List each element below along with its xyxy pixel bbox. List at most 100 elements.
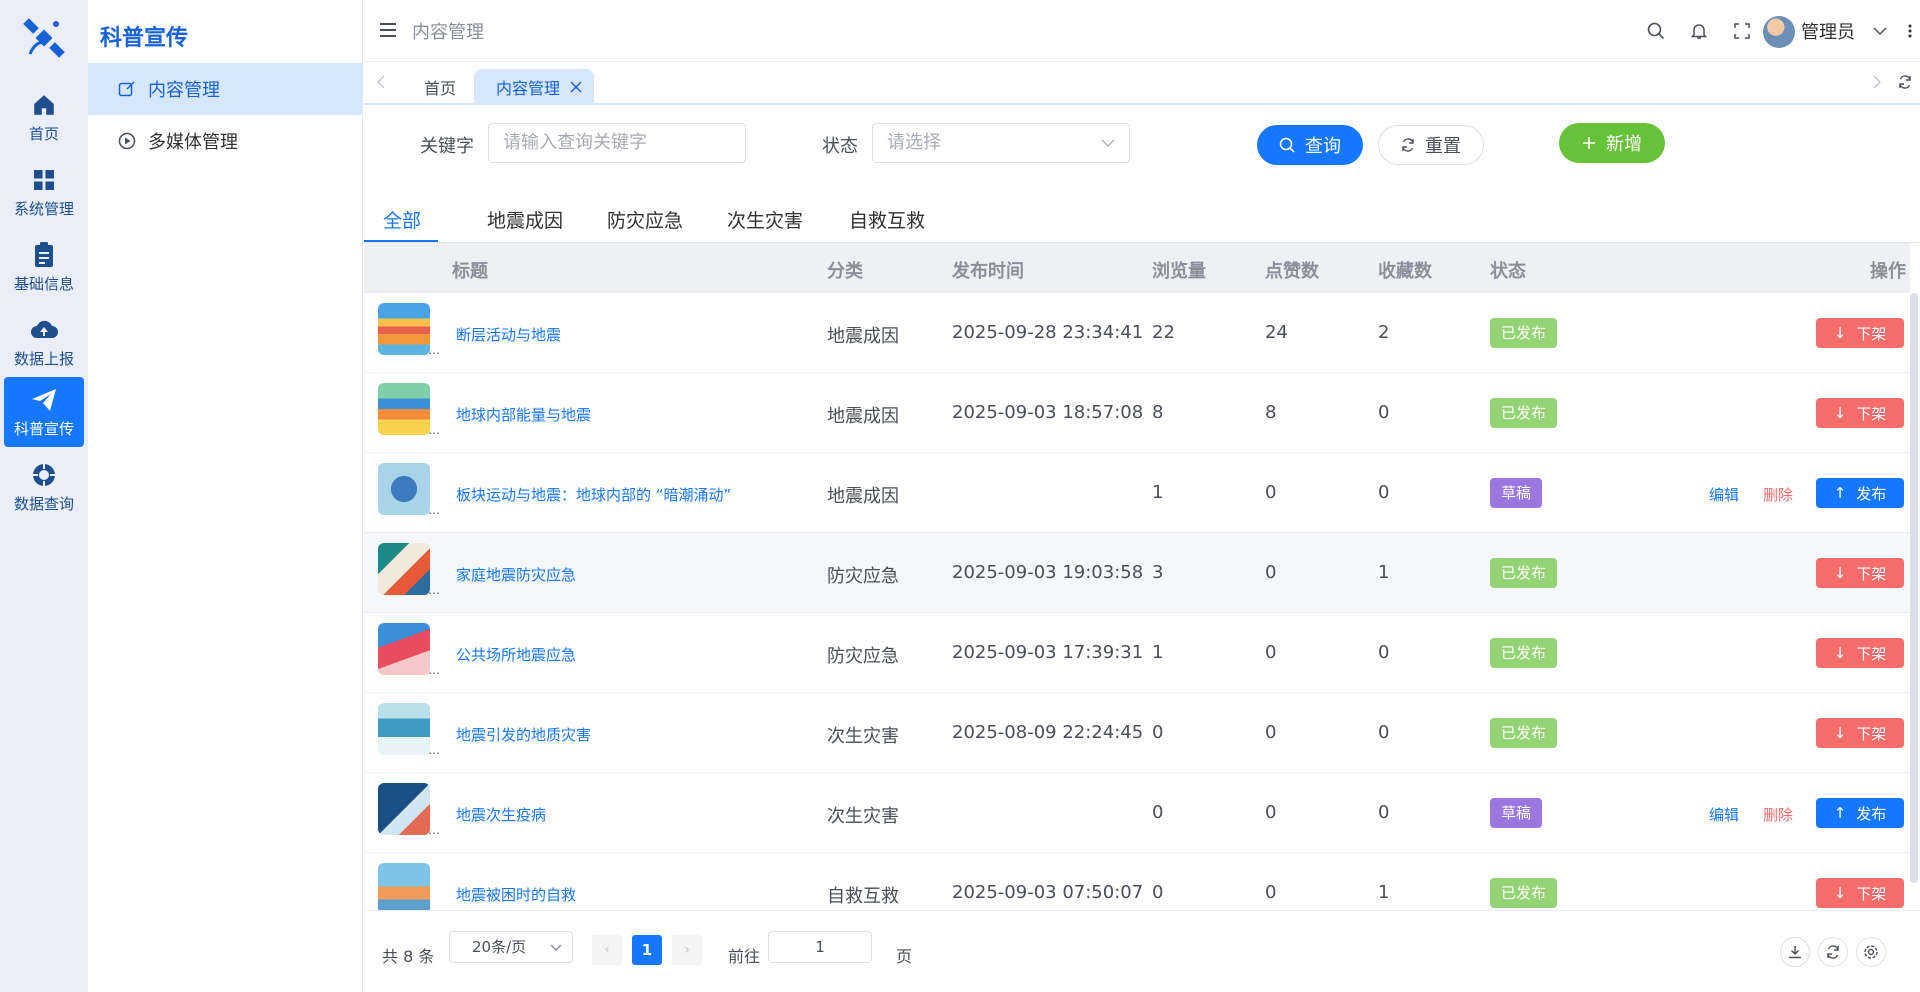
page-suffix: 页 bbox=[896, 947, 913, 966]
publish-time-cell: 2025-09-03 07:50:07 bbox=[952, 882, 1144, 903]
table-row[interactable]: 地震被困时的自救 自救互救 2025-09-03 07:50:07 0 0 1 … bbox=[364, 853, 1910, 910]
chevron-down-icon[interactable] bbox=[1869, 20, 1891, 42]
bell-icon[interactable] bbox=[1688, 20, 1710, 42]
article-title-link[interactable]: 家庭地震防灾应急 bbox=[456, 564, 576, 585]
avatar[interactable] bbox=[1763, 16, 1795, 48]
tab-earthquake-cause[interactable]: 地震成因 bbox=[487, 206, 563, 233]
tab-all[interactable]: 全部 bbox=[383, 206, 421, 233]
total-count: 共 8 条 bbox=[382, 947, 435, 966]
page-size-value: 20条/页 bbox=[472, 938, 527, 956]
arrow-down-icon: ↓ bbox=[1833, 404, 1847, 422]
publish-time-cell: 2025-09-03 19:03:58 bbox=[952, 562, 1144, 583]
play-circle-icon bbox=[118, 132, 136, 150]
search-icon[interactable] bbox=[1645, 20, 1667, 42]
fullscreen-icon[interactable] bbox=[1731, 20, 1753, 42]
more-vertical-icon[interactable] bbox=[1899, 20, 1920, 42]
current-page[interactable]: 1 bbox=[632, 935, 662, 965]
sidebar-item-content[interactable]: 内容管理 bbox=[88, 63, 362, 115]
cloud-upload-icon bbox=[30, 316, 58, 344]
tab-self-rescue[interactable]: 自救互救 bbox=[849, 206, 925, 233]
table-row[interactable]: … 地球内部能量与地震 地震成因 2025-09-03 18:57:08 8 8… bbox=[364, 373, 1910, 453]
add-button[interactable]: 新增 bbox=[1559, 123, 1665, 163]
ellipsis-icon: … bbox=[428, 663, 440, 677]
rail-item-data-report[interactable]: 数据上报 bbox=[4, 307, 84, 377]
prev-page-button[interactable]: ‹ bbox=[592, 935, 622, 965]
thumbnail-image[interactable] bbox=[378, 303, 430, 355]
tab-content-management[interactable]: 内容管理 bbox=[474, 69, 594, 105]
thumbnail-image[interactable] bbox=[378, 543, 430, 595]
table-row[interactable]: … 板块运动与地震：地球内部的 “暗潮涌动” 地震成因 1 0 0 草稿 编辑 … bbox=[364, 453, 1910, 533]
article-title-link[interactable]: 地震引发的地质灾害 bbox=[456, 724, 591, 745]
status-badge: 已发布 bbox=[1490, 558, 1558, 588]
publish-button[interactable]: ↑ 发布 bbox=[1816, 798, 1904, 828]
gear-icon[interactable] bbox=[1856, 937, 1886, 967]
edit-link[interactable]: 编辑 bbox=[1709, 804, 1739, 825]
next-page-button[interactable]: › bbox=[672, 935, 702, 965]
refresh-icon[interactable] bbox=[1898, 75, 1914, 91]
views-cell: 8 bbox=[1152, 402, 1164, 423]
table-row[interactable]: … 家庭地震防灾应急 防灾应急 2025-09-03 19:03:58 3 0 … bbox=[364, 533, 1910, 613]
article-title-link[interactable]: 地球内部能量与地震 bbox=[456, 404, 591, 425]
table-row[interactable]: … 地震引发的地质灾害 次生灾害 2025-08-09 22:24:45 0 0… bbox=[364, 693, 1910, 773]
favorites-cell: 0 bbox=[1378, 802, 1390, 823]
rail-item-science[interactable]: 科普宣传 bbox=[4, 377, 84, 447]
likes-cell: 8 bbox=[1265, 402, 1277, 423]
category-cell: 次生灾害 bbox=[827, 806, 899, 827]
close-icon[interactable] bbox=[570, 78, 582, 97]
page-size-select[interactable]: 20条/页 bbox=[449, 931, 573, 963]
user-name[interactable]: 管理员 bbox=[1801, 18, 1855, 44]
delete-link[interactable]: 删除 bbox=[1763, 804, 1793, 825]
unpublish-button[interactable]: ↓ 下架 bbox=[1816, 638, 1904, 668]
sidebar-item-media[interactable]: 多媒体管理 bbox=[88, 115, 362, 167]
tab-home[interactable]: 首页 bbox=[424, 75, 456, 99]
thumbnail-image[interactable] bbox=[378, 623, 430, 675]
left-rail: 首页 系统管理 基础信息 数据上报 科普宣传 数据查询 bbox=[0, 0, 88, 992]
refresh-icon[interactable] bbox=[1818, 937, 1848, 967]
unpublish-button[interactable]: ↓ 下架 bbox=[1816, 878, 1904, 908]
table-row[interactable]: … 地震次生疫病 次生灾害 0 0 0 草稿 编辑 删除 ↑ 发布 bbox=[364, 773, 1910, 853]
thumbnail-image[interactable] bbox=[378, 863, 430, 910]
favorites-cell: 0 bbox=[1378, 642, 1390, 663]
table-row[interactable]: … 公共场所地震应急 防灾应急 2025-09-03 17:39:31 1 0 … bbox=[364, 613, 1910, 693]
thumbnail-image[interactable] bbox=[378, 783, 430, 835]
reset-button[interactable]: 重置 bbox=[1378, 125, 1484, 165]
rail-item-data-query[interactable]: 数据查询 bbox=[4, 452, 84, 522]
article-title-link[interactable]: 板块运动与地震：地球内部的 “暗潮涌动” bbox=[456, 484, 731, 505]
rail-item-system[interactable]: 系统管理 bbox=[4, 157, 84, 227]
article-title-link[interactable]: 公共场所地震应急 bbox=[456, 644, 576, 665]
ellipsis-icon: … bbox=[428, 343, 440, 357]
tabs-scroll-right-icon[interactable] bbox=[1872, 75, 1888, 91]
publish-button[interactable]: ↑ 发布 bbox=[1816, 478, 1904, 508]
download-icon[interactable] bbox=[1780, 937, 1810, 967]
goto-page-input[interactable]: 1 bbox=[768, 931, 872, 963]
unpublish-button[interactable]: ↓ 下架 bbox=[1816, 318, 1904, 348]
delete-link[interactable]: 删除 bbox=[1763, 484, 1793, 505]
thumbnail-image[interactable] bbox=[378, 463, 430, 515]
table-row[interactable]: … 断层活动与地震 地震成因 2025-09-28 23:34:41 22 24… bbox=[364, 293, 1910, 373]
menu-toggle-icon[interactable] bbox=[380, 22, 400, 40]
table-scrollbar[interactable] bbox=[1910, 293, 1918, 883]
keyword-input[interactable]: 请输入查询关键字 bbox=[488, 123, 746, 163]
tab-secondary-disaster[interactable]: 次生灾害 bbox=[727, 206, 803, 233]
query-button[interactable]: 查询 bbox=[1257, 125, 1363, 165]
views-cell: 22 bbox=[1152, 322, 1175, 343]
unpublish-button[interactable]: ↓ 下架 bbox=[1816, 718, 1904, 748]
thumbnail-image[interactable] bbox=[378, 383, 430, 435]
arrow-up-icon: ↑ bbox=[1833, 804, 1847, 822]
tabs-scroll-left-icon[interactable] bbox=[376, 75, 392, 91]
article-title-link[interactable]: 地震被困时的自救 bbox=[456, 884, 576, 905]
unpublish-button[interactable]: ↓ 下架 bbox=[1816, 558, 1904, 588]
favorites-cell: 0 bbox=[1378, 402, 1390, 423]
rail-item-home[interactable]: 首页 bbox=[4, 82, 84, 152]
favorites-cell: 0 bbox=[1378, 722, 1390, 743]
category-cell: 地震成因 bbox=[827, 486, 899, 507]
article-title-link[interactable]: 断层活动与地震 bbox=[456, 324, 561, 345]
page-tabs: 首页 内容管理 bbox=[364, 63, 1920, 105]
edit-link[interactable]: 编辑 bbox=[1709, 484, 1739, 505]
unpublish-button[interactable]: ↓ 下架 bbox=[1816, 398, 1904, 428]
status-select[interactable]: 请选择 bbox=[872, 123, 1130, 163]
thumbnail-image[interactable] bbox=[378, 703, 430, 755]
tab-disaster-prevention[interactable]: 防灾应急 bbox=[607, 206, 683, 233]
rail-item-basic-info[interactable]: 基础信息 bbox=[4, 232, 84, 302]
article-title-link[interactable]: 地震次生疫病 bbox=[456, 804, 546, 825]
